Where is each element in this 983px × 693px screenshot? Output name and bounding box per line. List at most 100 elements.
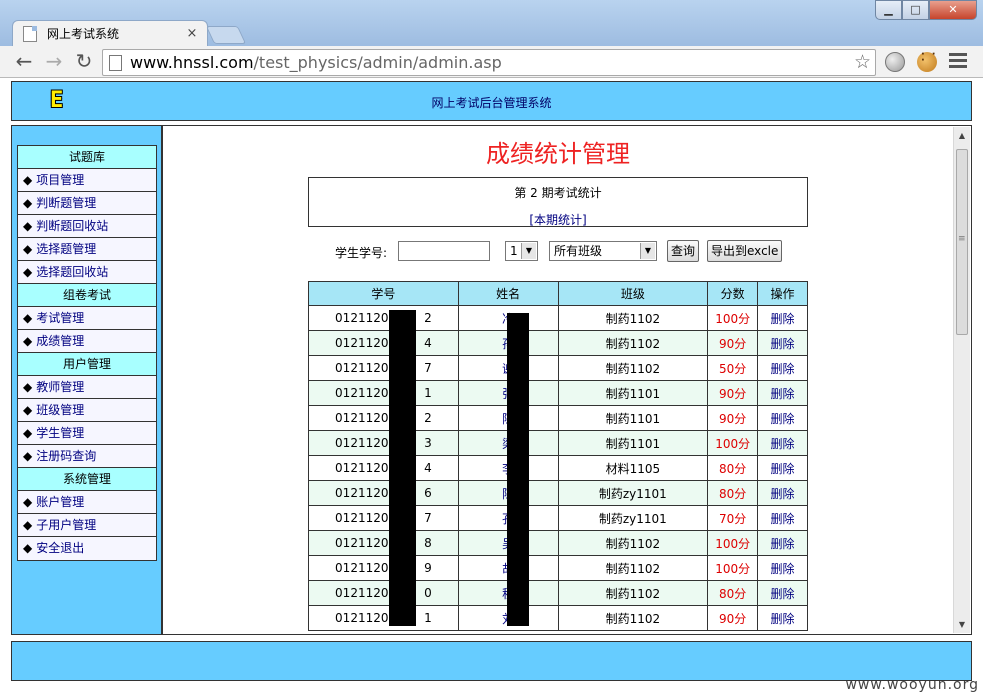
score-cell: 90分 xyxy=(707,330,759,356)
sidebar-menu-item[interactable]: ◆ 子用户管理 xyxy=(18,514,156,537)
diamond-bullet-icon: ◆ xyxy=(23,242,33,256)
period-select[interactable]: 1 ▼ xyxy=(505,241,538,261)
student-id-cell: 01211204 4 xyxy=(308,330,459,356)
vertical-scrollbar[interactable]: ▲ ▼ xyxy=(953,127,970,633)
sidebar-menu-label: 考试管理 xyxy=(36,311,85,325)
sidebar-menu-item[interactable]: ◆ 选择题管理 xyxy=(18,238,156,261)
student-id-prefix: 01211204 xyxy=(335,511,397,525)
sidebar-menu-item[interactable]: ◆ 项目管理 xyxy=(18,169,156,192)
score-cell: 90分 xyxy=(707,605,759,631)
diamond-bullet-icon: ◆ xyxy=(23,334,33,348)
tab-close-icon[interactable]: × xyxy=(183,26,201,41)
browser-menu-icon[interactable] xyxy=(949,53,967,69)
student-id-prefix: 01211204 xyxy=(335,336,397,350)
student-id-cell: 01211204 8 xyxy=(308,530,459,556)
browser-tab[interactable]: 网上考试系统 × xyxy=(12,20,208,46)
diamond-bullet-icon: ◆ xyxy=(23,173,33,187)
sidebar-menu-label: 选择题回收站 xyxy=(36,265,109,279)
sidebar-menu-label: 安全退出 xyxy=(36,541,85,555)
table-row: 012112044孙制药110290分删除 xyxy=(308,330,808,356)
bookmark-star-icon[interactable]: ☆ xyxy=(854,51,871,73)
globe-icon[interactable] xyxy=(885,52,905,72)
sidebar-menu-item[interactable]: ◆ 学生管理 xyxy=(18,422,156,445)
query-button[interactable]: 查询 xyxy=(667,240,700,262)
sidebar-menu-item[interactable]: ◆ 判断题管理 xyxy=(18,192,156,215)
table-row: 012112040程制药110280分删除 xyxy=(308,580,808,606)
diamond-bullet-icon: ◆ xyxy=(23,196,33,210)
sidebar-menu-item[interactable]: ◆ 安全退出 xyxy=(18,537,156,560)
new-tab-button[interactable] xyxy=(205,26,247,44)
delete-link[interactable]: 删除 xyxy=(757,505,808,531)
sidebar-menu-label: 项目管理 xyxy=(36,173,85,187)
minimize-button[interactable]: ▁ xyxy=(875,0,902,20)
student-id-suffix: 0 xyxy=(424,586,432,600)
close-window-button[interactable]: ✕ xyxy=(929,0,977,20)
score-cell: 100分 xyxy=(707,430,759,456)
score-cell: 80分 xyxy=(707,480,759,506)
class-cell: 制药1101 xyxy=(557,380,709,406)
sidebar-menu-label: 班级管理 xyxy=(36,403,85,417)
student-id-suffix: 3 xyxy=(424,436,432,450)
student-id-cell: 01211204 1 xyxy=(308,605,459,631)
filter-bar: 学生学号: 1 ▼ 所有班级 ▼ 查询 导出到excle xyxy=(335,240,795,262)
sidebar-menu-item[interactable]: ◆ 判断题回收站 xyxy=(18,215,156,238)
cookie-icon[interactable] xyxy=(917,52,937,72)
table-row: 012112041张制药110190分删除 xyxy=(308,380,808,406)
delete-link[interactable]: 删除 xyxy=(757,605,808,631)
window-controls: ▁ □ ✕ xyxy=(875,0,977,20)
delete-link[interactable]: 删除 xyxy=(757,305,808,331)
delete-link[interactable]: 删除 xyxy=(757,430,808,456)
delete-link[interactable]: 删除 xyxy=(757,405,808,431)
maximize-button[interactable]: □ xyxy=(902,0,929,20)
sidebar-menu-item[interactable]: ◆ 选择题回收站 xyxy=(18,261,156,284)
back-button[interactable]: ← xyxy=(11,50,37,74)
sidebar-menu-label: 学生管理 xyxy=(36,426,85,440)
sidebar-menu-item[interactable]: ◆ 教师管理 xyxy=(18,376,156,399)
score-cell: 50分 xyxy=(707,355,759,381)
sidebar-menu-item[interactable]: ◆ 账户管理 xyxy=(18,491,156,514)
table-row: 012112049胡制药1102100分删除 xyxy=(308,555,808,581)
student-id-input[interactable] xyxy=(398,241,490,261)
student-id-prefix: 01211204 xyxy=(335,411,397,425)
sidebar-menu-label: 判断题管理 xyxy=(36,196,97,210)
sidebar-menu-item[interactable]: ◆ 成绩管理 xyxy=(18,330,156,353)
delete-link[interactable]: 删除 xyxy=(757,380,808,406)
student-id-suffix: 2 xyxy=(424,411,432,425)
delete-link[interactable]: 删除 xyxy=(757,330,808,356)
reload-button[interactable]: ↻ xyxy=(71,50,97,74)
student-id-cell: 01211204 2 xyxy=(308,405,459,431)
scroll-up-icon[interactable]: ▲ xyxy=(954,127,970,144)
class-select[interactable]: 所有班级 ▼ xyxy=(549,241,657,261)
export-excel-button[interactable]: 导出到excle xyxy=(707,240,783,262)
system-title: 网上考试后台管理系统 xyxy=(431,96,552,110)
sidebar-menu-item[interactable]: ◆ 班级管理 xyxy=(18,399,156,422)
student-id-cell: 01211204 7 xyxy=(308,505,459,531)
forward-button[interactable]: → xyxy=(41,50,67,74)
address-bar[interactable]: www.hnssl.com/test_physics/admin/admin.a… xyxy=(102,49,876,76)
url-text: www.hnssl.com/test_physics/admin/admin.a… xyxy=(130,53,502,72)
table-row: 012112041刘制药110290分删除 xyxy=(308,605,808,631)
class-cell: 制药zy1101 xyxy=(557,480,709,506)
delete-link[interactable]: 删除 xyxy=(757,355,808,381)
delete-link[interactable]: 删除 xyxy=(757,480,808,506)
window-titlebar: 网上考试系统 × ▁ □ ✕ xyxy=(0,0,983,48)
sidebar-menu-item[interactable]: ◆ 注册码查询 xyxy=(18,445,156,468)
table-row: 012112044李材料110580分删除 xyxy=(308,455,808,481)
delete-link[interactable]: 删除 xyxy=(757,580,808,606)
scrollbar-thumb[interactable] xyxy=(956,149,968,335)
delete-link[interactable]: 删除 xyxy=(757,530,808,556)
current-period-stats-link[interactable]: [本期统计] xyxy=(309,211,807,228)
table-row: 012112043梁制药1101100分删除 xyxy=(308,430,808,456)
delete-link[interactable]: 删除 xyxy=(757,555,808,581)
diamond-bullet-icon: ◆ xyxy=(23,449,33,463)
table-row: 012112042冷制药1102100分删除 xyxy=(308,305,808,331)
class-cell: 制药zy1101 xyxy=(557,505,709,531)
delete-link[interactable]: 删除 xyxy=(757,455,808,481)
student-id-cell: 01211204 2 xyxy=(308,305,459,331)
student-id-prefix: 01211204 xyxy=(335,311,397,325)
sidebar-menu-label: 教师管理 xyxy=(36,380,85,394)
score-cell: 100分 xyxy=(707,530,759,556)
student-id-cell: 01211204 6 xyxy=(308,480,459,506)
sidebar-menu-item[interactable]: ◆ 考试管理 xyxy=(18,307,156,330)
scroll-down-icon[interactable]: ▼ xyxy=(954,616,970,633)
